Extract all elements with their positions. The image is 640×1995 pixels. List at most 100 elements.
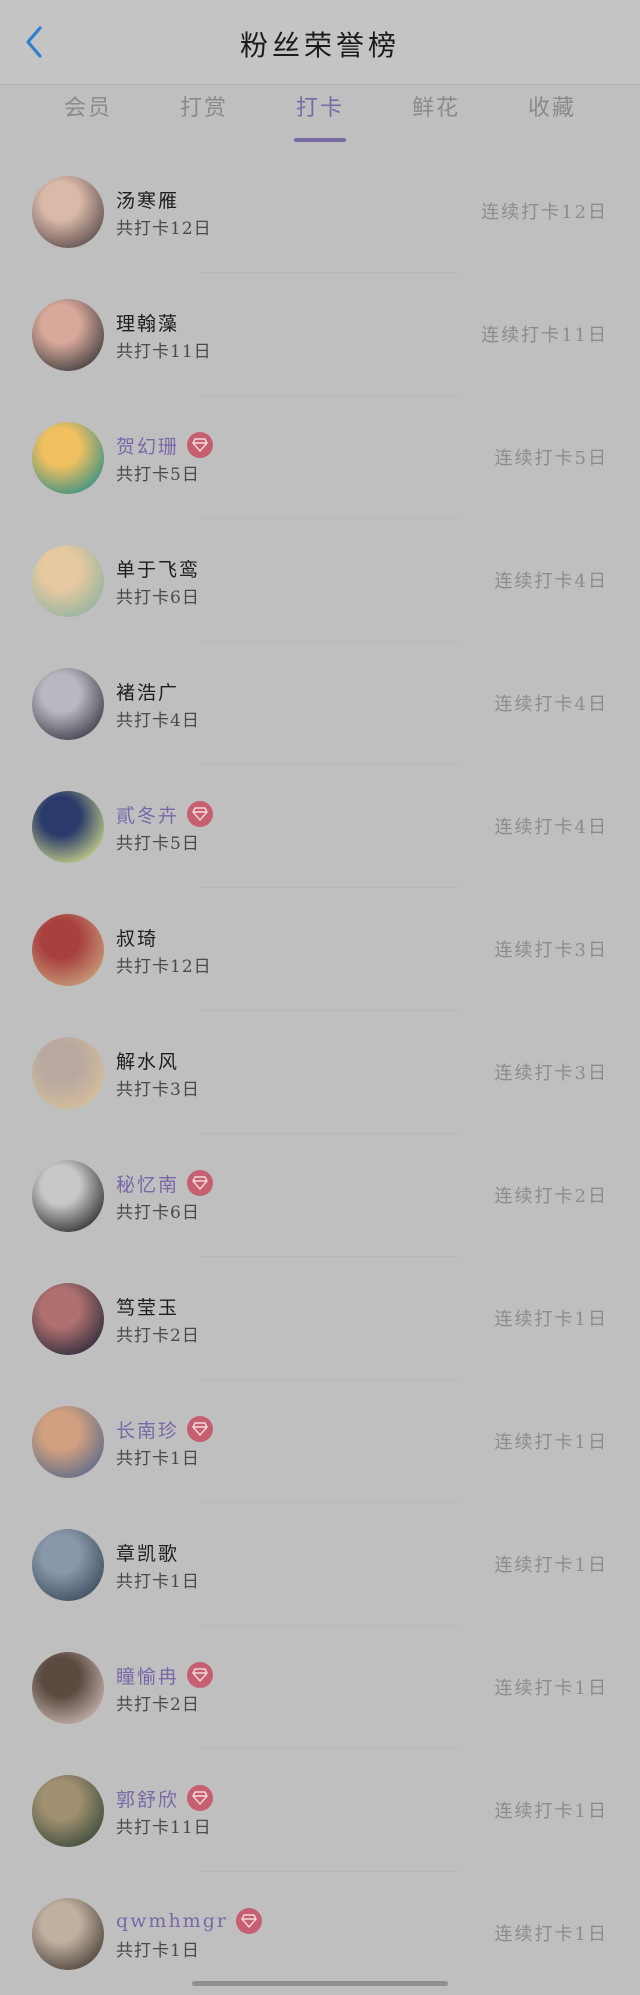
list-item[interactable]: 瞳愉冉 共打卡2日 连续打卡1日 (0, 1626, 640, 1749)
total-checkins: 共打卡1日 (116, 1941, 200, 1961)
user-name: 叔琦 (116, 927, 159, 950)
avatar[interactable] (32, 545, 104, 617)
user-name: 章凯歌 (116, 1542, 180, 1565)
list-item[interactable]: 褚浩广共打卡4日 连续打卡4日 (0, 642, 640, 765)
name-group: 秘忆南 (116, 1170, 214, 1196)
list-item[interactable]: 叔琦共打卡12日 连续打卡3日 (0, 888, 640, 1011)
consecutive-checkins: 连续打卡4日 (494, 571, 608, 592)
consecutive-checkins: 连续打卡4日 (494, 817, 608, 838)
total-checkins: 共打卡4日 (116, 711, 200, 731)
total-checkins: 共打卡11日 (116, 1818, 212, 1838)
name-group: 叔琦 (116, 924, 158, 950)
consecutive-checkins: 连续打卡12日 (481, 202, 608, 223)
list-item[interactable]: 秘忆南 共打卡6日 连续打卡2日 (0, 1134, 640, 1257)
tab-label: 会员 (63, 96, 112, 121)
tab-checkin[interactable]: 打卡 (270, 84, 370, 144)
user-name: 秘忆南 (116, 1173, 180, 1196)
consecutive-checkins: 连续打卡1日 (494, 1801, 608, 1822)
home-indicator (192, 1981, 448, 1986)
vip-diamond-icon (187, 1785, 214, 1811)
avatar[interactable] (32, 176, 104, 248)
user-name: 郭舒欣 (116, 1788, 180, 1811)
total-checkins: 共打卡6日 (116, 1203, 200, 1223)
avatar[interactable] (32, 1775, 104, 1847)
tab-membership[interactable]: 会员 (38, 84, 138, 144)
consecutive-checkins: 连续打卡3日 (494, 940, 608, 961)
avatar[interactable] (32, 1652, 104, 1724)
tab-label: 打卡 (295, 96, 344, 121)
total-checkins: 共打卡1日 (116, 1572, 200, 1592)
user-name: 褚浩广 (116, 681, 180, 704)
user-name: 解水风 (116, 1050, 180, 1073)
name-group: 褚浩广 (116, 678, 179, 704)
user-name: 长南珍 (116, 1419, 180, 1442)
avatar[interactable] (32, 914, 104, 986)
list-item[interactable]: qwmhmgr 共打卡1日 连续打卡1日 (0, 1872, 640, 1995)
vip-diamond-icon (187, 1416, 214, 1442)
top-bar: 粉丝荣誉榜 (0, 0, 640, 85)
avatar[interactable] (32, 1898, 104, 1970)
name-group: 单于飞鸾 (116, 555, 200, 581)
consecutive-checkins: 连续打卡3日 (494, 1063, 608, 1084)
consecutive-checkins: 连续打卡1日 (494, 1678, 608, 1699)
name-group: 瞳愉冉 (116, 1662, 214, 1688)
user-name: qwmhmgr (116, 1910, 228, 1932)
avatar[interactable] (32, 422, 104, 494)
tab-favorites[interactable]: 收藏 (502, 84, 602, 144)
total-checkins: 共打卡11日 (116, 342, 212, 362)
checkin-ranking-list: 汤寒雁 共打卡12日 连续打卡12日 理翰藻 共打卡11日 连续打卡11日 贺幻珊 共打卡5日… (0, 150, 640, 1995)
consecutive-checkins: 连续打卡1日 (494, 1309, 608, 1330)
vip-diamond-icon (187, 432, 214, 458)
total-checkins: 共打卡6日 (116, 588, 200, 608)
user-name: 汤寒雁 (116, 189, 180, 212)
total-checkins: 共打卡5日 (116, 834, 200, 854)
list-item[interactable]: 貳冬卉共打卡5日 连续打卡4日 (0, 765, 640, 888)
user-name: 瞳愉冉 (116, 1665, 180, 1688)
list-item[interactable]: 单于飞鸾共打卡6日 连续打卡4日 (0, 519, 640, 642)
avatar[interactable] (32, 791, 104, 863)
consecutive-checkins: 连续打卡11日 (481, 325, 608, 346)
name-group: 笃莹玉 (116, 1293, 179, 1319)
list-item[interactable]: 贺幻珊 共打卡5日 连续打卡5日 (0, 396, 640, 519)
total-checkins: 共打卡1日 (116, 1449, 200, 1469)
tab-tips[interactable]: 打赏 (154, 84, 254, 144)
name-group: 汤寒雁 (116, 186, 179, 212)
name-group: qwmhmgr (116, 1908, 262, 1934)
total-checkins: 共打卡2日 (116, 1326, 200, 1346)
name-group: 长南珍 (116, 1416, 214, 1442)
list-item[interactable]: 笃莹玉共打卡2日 连续打卡1日 (0, 1257, 640, 1380)
list-item[interactable]: 解水风 共打卡3日 连续打卡3日 (0, 1011, 640, 1134)
list-item[interactable]: 长南珍 共打卡1日 连续打卡1日 (0, 1380, 640, 1503)
avatar[interactable] (32, 1529, 104, 1601)
user-name: 笃莹玉 (116, 1296, 180, 1319)
tab-flowers[interactable]: 鲜花 (386, 84, 486, 144)
consecutive-checkins: 连续打卡5日 (494, 448, 608, 469)
avatar[interactable] (32, 1406, 104, 1478)
name-group: 郭舒欣 (116, 1785, 214, 1811)
total-checkins: 共打卡12日 (116, 219, 212, 239)
user-name: 贺幻珊 (116, 435, 180, 458)
total-checkins: 共打卡12日 (116, 957, 212, 977)
vip-diamond-icon (187, 1170, 214, 1196)
active-tab-indicator (294, 138, 346, 142)
user-name: 理翰藻 (116, 312, 180, 335)
tab-bar: 会员 打赏 打卡 鲜花 收藏 (0, 84, 640, 144)
avatar[interactable] (32, 1160, 104, 1232)
tab-label: 收藏 (527, 96, 576, 121)
avatar[interactable] (32, 1037, 104, 1109)
consecutive-checkins: 连续打卡4日 (494, 694, 608, 715)
avatar[interactable] (32, 668, 104, 740)
vip-diamond-icon (235, 1908, 262, 1934)
consecutive-checkins: 连续打卡1日 (494, 1924, 608, 1945)
list-item[interactable]: 章凯歌 共打卡1日 连续打卡1日 (0, 1503, 640, 1626)
page-title: 粉丝荣誉榜 (239, 29, 400, 62)
list-item[interactable]: 汤寒雁共打卡12日 连续打卡12日 (0, 150, 640, 273)
avatar[interactable] (32, 299, 104, 371)
list-item[interactable]: 理翰藻共打卡11日 连续打卡11日 (0, 273, 640, 396)
list-item[interactable]: 郭舒欣共打卡11日 连续打卡1日 (0, 1749, 640, 1872)
user-name: 貳冬卉 (116, 804, 180, 827)
user-name: 单于飞鸾 (116, 558, 201, 581)
avatar[interactable] (32, 1283, 104, 1355)
tab-label: 打赏 (179, 96, 228, 121)
name-group: 贺幻珊 (116, 432, 214, 458)
